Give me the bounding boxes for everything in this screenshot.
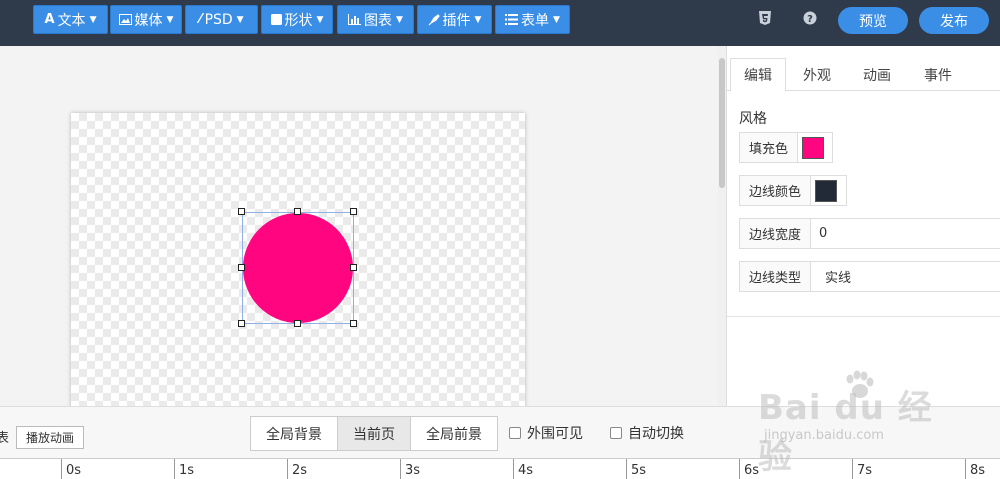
shape-menu-button[interactable]: 形状 ▼ bbox=[261, 5, 333, 34]
resize-handle-left[interactable] bbox=[238, 264, 245, 271]
top-toolbar: A 文本 ▼ 媒体 ▼ ⁄ PSD ▼ 形状 ▼ 图表 ▼ 插件 ▼ 表单 ▼ … bbox=[0, 0, 1000, 46]
outside-visible-checkbox[interactable]: 外围可见 bbox=[509, 423, 583, 443]
segment-global-background[interactable]: 全局背景 bbox=[250, 416, 338, 451]
resize-handle-top-left[interactable] bbox=[238, 208, 245, 215]
panel-divider bbox=[727, 316, 1000, 317]
timeline-tick-label: 7s bbox=[857, 463, 873, 478]
html5-icon[interactable] bbox=[757, 10, 773, 26]
circle-shape[interactable] bbox=[243, 213, 353, 323]
timeline-tick bbox=[739, 459, 740, 479]
border-type-select[interactable]: 实线 bbox=[811, 262, 1000, 291]
fill-color-swatch[interactable] bbox=[802, 136, 825, 159]
tab-edit[interactable]: 编辑 bbox=[730, 58, 786, 92]
border-width-label: 边线宽度 bbox=[740, 219, 812, 248]
checkbox-box[interactable] bbox=[610, 427, 622, 439]
svg-text:?: ? bbox=[807, 14, 813, 25]
text-menu-button[interactable]: A 文本 ▼ bbox=[33, 5, 108, 34]
magic-wand-icon: ⁄ bbox=[199, 12, 202, 27]
timeline-tick-label: 5s bbox=[631, 463, 647, 478]
media-menu-button[interactable]: 媒体 ▼ bbox=[110, 5, 182, 34]
checkbox-box[interactable] bbox=[509, 427, 521, 439]
timeline-tick-label: 2s bbox=[292, 463, 308, 478]
timeline-tick bbox=[61, 459, 62, 479]
resize-handle-bottom-right[interactable] bbox=[350, 320, 357, 327]
timeline-ruler[interactable]: 0s 1s 2s 3s 4s 5s 6s 7s 8s bbox=[0, 458, 1000, 479]
square-icon bbox=[270, 14, 282, 25]
psd-menu-button[interactable]: ⁄ PSD ▼ bbox=[185, 5, 258, 34]
timeline-tick bbox=[852, 459, 853, 479]
timeline-tick-label: 3s bbox=[405, 463, 421, 478]
timeline-tick-label: 0s bbox=[66, 463, 82, 478]
timeline-tick bbox=[400, 459, 401, 479]
image-icon bbox=[118, 14, 132, 25]
resize-handle-right[interactable] bbox=[350, 264, 357, 271]
chevron-down-icon: ▼ bbox=[553, 14, 560, 25]
tab-events[interactable]: 事件 bbox=[910, 58, 966, 91]
border-type-label: 边线类型 bbox=[740, 262, 812, 291]
play-animation-button[interactable]: 播放动画 bbox=[16, 426, 84, 449]
timeline-tick-label: 8s bbox=[970, 463, 986, 478]
border-color-label: 边线颜色 bbox=[740, 176, 812, 205]
chevron-down-icon: ▼ bbox=[316, 14, 324, 25]
section-title-style: 风格 bbox=[739, 111, 767, 127]
selection-box[interactable] bbox=[242, 212, 354, 324]
timeline-tick bbox=[513, 459, 514, 479]
border-color-swatch[interactable] bbox=[815, 179, 838, 202]
page-stage[interactable] bbox=[71, 113, 525, 406]
plug-icon bbox=[428, 13, 440, 26]
timeline-tick-label: 1s bbox=[179, 463, 195, 478]
fill-color-row: 填充色 bbox=[739, 132, 833, 163]
truncated-label: 表 bbox=[0, 431, 10, 446]
resize-handle-top[interactable] bbox=[294, 208, 301, 215]
canvas-area bbox=[0, 46, 718, 406]
resize-handle-bottom-left[interactable] bbox=[238, 320, 245, 327]
segment-current-page[interactable]: 当前页 bbox=[337, 416, 411, 451]
properties-panel: 编辑 外观 动画 事件 风格 填充色 边线颜色 边线宽度 0 边线类型 实线 bbox=[726, 46, 1000, 406]
bar-chart-icon bbox=[348, 14, 362, 25]
tab-animation[interactable]: 动画 bbox=[849, 58, 905, 91]
scrollbar-thumb[interactable] bbox=[719, 58, 725, 188]
border-type-row: 边线类型 实线 bbox=[739, 261, 1000, 292]
chevron-down-icon: ▼ bbox=[89, 14, 97, 25]
panel-tabs: 编辑 外观 动画 事件 bbox=[727, 58, 1000, 92]
chart-menu-button[interactable]: 图表 ▼ bbox=[337, 5, 414, 34]
timeline-tick bbox=[965, 459, 966, 479]
plugin-menu-button[interactable]: 插件 ▼ bbox=[417, 5, 492, 34]
timeline-tick bbox=[174, 459, 175, 479]
auto-switch-checkbox[interactable]: 自动切换 bbox=[610, 423, 684, 443]
chevron-down-icon: ▼ bbox=[474, 14, 482, 25]
resize-handle-top-right[interactable] bbox=[350, 208, 357, 215]
chevron-down-icon: ▼ bbox=[166, 14, 174, 25]
fill-color-label: 填充色 bbox=[740, 133, 799, 162]
timeline-tick-label: 4s bbox=[518, 463, 534, 478]
segment-global-foreground[interactable]: 全局前景 bbox=[410, 416, 498, 451]
timeline-tick-label: 6s bbox=[744, 463, 760, 478]
preview-button[interactable]: 预览 bbox=[838, 7, 908, 34]
chevron-down-icon: ▼ bbox=[236, 14, 244, 25]
list-icon bbox=[505, 14, 519, 25]
border-width-row: 边线宽度 0 bbox=[739, 218, 1000, 249]
publish-button[interactable]: 发布 bbox=[919, 7, 989, 34]
form-menu-button[interactable]: 表单 ▼ bbox=[495, 5, 570, 34]
chevron-down-icon: ▼ bbox=[396, 14, 403, 25]
help-icon[interactable]: ? bbox=[802, 10, 818, 26]
timeline-tick bbox=[287, 459, 288, 479]
border-color-row: 边线颜色 bbox=[739, 175, 847, 206]
timeline-tick bbox=[626, 459, 627, 479]
tab-appearance[interactable]: 外观 bbox=[789, 58, 845, 91]
resize-handle-bottom[interactable] bbox=[294, 320, 301, 327]
canvas-scrollbar[interactable] bbox=[718, 46, 726, 406]
text-icon: A bbox=[44, 12, 55, 27]
border-width-input[interactable]: 0 bbox=[811, 219, 1000, 248]
bottom-control-bar: 表 播放动画 全局背景 当前页 全局前景 外围可见 自动切换 bbox=[0, 406, 1000, 458]
